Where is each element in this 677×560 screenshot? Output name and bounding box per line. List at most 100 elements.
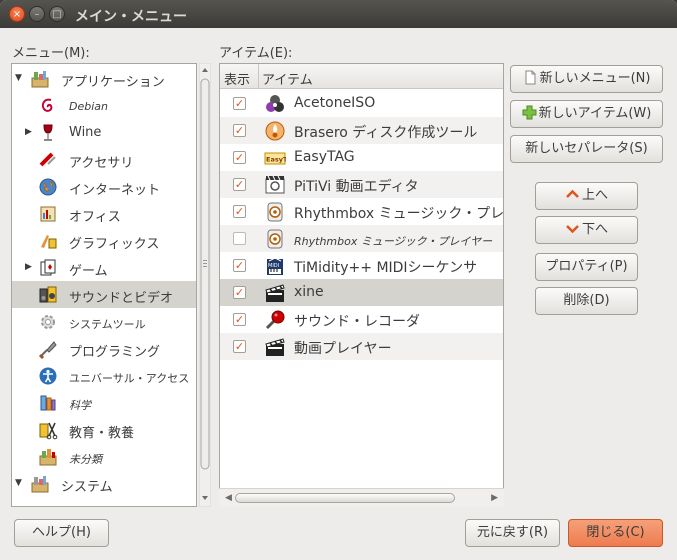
list-header: 表示 アイテム (220, 64, 503, 89)
item-row[interactable]: ✓ 動画プレイヤー (220, 333, 503, 360)
items-horizontal-scrollbar[interactable]: ◀ ▶ (219, 488, 504, 507)
menu-tree-item[interactable]: Debian (12, 92, 196, 119)
delete-button[interactable]: 削除(D) (535, 287, 638, 315)
show-checkbox[interactable] (233, 232, 246, 245)
item-row[interactable]: ✓ AcetoneISO (220, 90, 503, 117)
show-checkbox[interactable]: ✓ (233, 178, 246, 191)
show-checkbox[interactable]: ✓ (233, 313, 246, 326)
show-checkbox[interactable]: ✓ (233, 124, 246, 137)
menu-tree-item-label: ゲーム (69, 264, 108, 279)
column-header-item[interactable]: アイテム (262, 69, 313, 88)
multimedia-icon (39, 286, 57, 303)
applications-folder-icon (31, 71, 49, 88)
item-row[interactable]: ✓ MIDI TiMidity++ MIDIシーケンサ (220, 252, 503, 279)
expander-open-icon[interactable]: ▼ (15, 73, 22, 83)
wine-glass-icon (43, 124, 53, 141)
minimize-icon: – (34, 9, 40, 20)
item-label: TiMidity++ MIDIシーケンサ (294, 260, 478, 276)
menu-tree-item[interactable]: システムツール (12, 308, 196, 335)
help-button[interactable]: ヘルプ(H) (14, 519, 109, 547)
item-label: EasyTAG (294, 149, 355, 165)
menu-tree-item-label: 未分類 (69, 453, 102, 466)
chevron-down-icon (566, 225, 579, 234)
show-checkbox[interactable]: ✓ (233, 340, 246, 353)
menu-tree-item[interactable]: ユニバーサル・アクセス (12, 362, 196, 389)
properties-button[interactable]: プロパティ(P) (535, 253, 638, 281)
maximize-icon: □ (52, 9, 62, 20)
window-maximize-button[interactable]: □ (49, 6, 65, 22)
show-checkbox[interactable]: ✓ (233, 259, 246, 272)
item-row[interactable]: ✓ EasyTAG EasyTAG (220, 144, 503, 171)
new-menu-button[interactable]: 新しいメニュー(N) (510, 65, 663, 93)
main-menu-window: × – □ メイン・メニュー メニュー(M): アイテム(E): ▼ アプリケーシ… (0, 0, 677, 560)
item-row[interactable]: ✓ サウンド・レコーダ (220, 306, 503, 333)
column-header-show[interactable]: 表示 (224, 69, 250, 88)
show-checkbox[interactable]: ✓ (233, 97, 246, 110)
menu-tree-item-label: システム (61, 480, 113, 495)
menu-tree-item[interactable]: グラフィックス (12, 227, 196, 254)
trowel-icon (38, 341, 57, 359)
microphone-icon (265, 310, 285, 330)
graphics-icon (41, 235, 57, 249)
menu-tree-item[interactable]: ▶ ゲーム (12, 254, 196, 281)
new-separator-button[interactable]: 新しいセパレータ(S) (510, 135, 663, 163)
revert-button[interactable]: 元に戻す(R) (465, 519, 560, 547)
menu-tree-item[interactable]: アクセサリ (12, 146, 196, 173)
show-checkbox[interactable]: ✓ (233, 151, 246, 164)
show-checkbox[interactable]: ✓ (233, 286, 246, 299)
item-row[interactable]: ✓ Brasero ディスク作成ツール (220, 117, 503, 144)
menu-tree-item[interactable]: 科学 (12, 389, 196, 416)
menu-tree-item[interactable]: プログラミング (12, 335, 196, 362)
scrollbar-thumb[interactable] (235, 493, 455, 503)
globe-icon (39, 178, 57, 196)
menu-tree-item-label: オフィス (69, 210, 121, 225)
menu-tree-scrollbar[interactable] (199, 63, 211, 507)
item-row[interactable]: ✓ xine (220, 279, 503, 306)
window-close-button[interactable]: × (9, 6, 25, 22)
menu-tree-item-label: グラフィックス (69, 237, 160, 252)
pitivi-icon (265, 175, 285, 194)
item-row[interactable]: ✓ PiTiVi 動画エディタ (220, 171, 503, 198)
rhythmbox-icon (267, 202, 283, 222)
rhythmbox-icon (267, 229, 283, 249)
item-row[interactable]: ✓ Rhythmbox ミュージック・プレイヤ (220, 198, 503, 225)
scroll-right-icon[interactable]: ▶ (491, 493, 498, 503)
menu-tree-item-label: アクセサリ (69, 156, 134, 171)
expander-closed-icon[interactable]: ▶ (25, 127, 32, 137)
item-label: xine (294, 284, 324, 300)
expander-open-icon[interactable]: ▼ (15, 478, 22, 488)
move-up-button[interactable]: 上へ (535, 182, 638, 210)
menu-tree-item-label: サウンドとビデオ (69, 291, 174, 306)
show-checkbox[interactable]: ✓ (233, 205, 246, 218)
expander-closed-icon[interactable]: ▶ (25, 262, 32, 272)
accessibility-icon (39, 367, 57, 385)
debian-swirl-icon (41, 98, 53, 112)
window-minimize-button[interactable]: – (29, 6, 45, 22)
menu-tree-item[interactable]: ▼ アプリケーション (12, 65, 196, 92)
svg-text:MIDI: MIDI (268, 263, 279, 269)
new-document-icon (525, 70, 536, 85)
item-label: サウンド・レコーダ (294, 314, 420, 330)
chevron-up-icon (566, 189, 579, 198)
menu-tree-item-label: Wine (69, 125, 102, 140)
menu-tree-item[interactable]: ▼ システム (12, 470, 196, 497)
menu-tree-item-label: プログラミング (69, 345, 161, 360)
menu-tree-item[interactable]: オフィス (12, 200, 196, 227)
scroll-left-icon[interactable]: ◀ (225, 493, 232, 503)
move-down-button[interactable]: 下へ (535, 216, 638, 244)
menu-tree-item[interactable]: サウンドとビデオ (12, 281, 196, 308)
menu-tree[interactable]: ▼ アプリケーション Debian ▶ Wine アクセサリインターネットオフィスグラフィ… (11, 63, 197, 507)
menu-tree-item[interactable]: インターネット (12, 173, 196, 200)
menu-tree-item[interactable]: 教育・教養 (12, 416, 196, 443)
menu-tree-item[interactable]: ▶ Wine (12, 119, 196, 146)
title-bar[interactable]: × – □ メイン・メニュー (0, 0, 677, 28)
pane-resize-handle[interactable] (203, 258, 209, 268)
menu-tree-item[interactable]: 未分類 (12, 443, 196, 470)
menu-tree-item-label: 教育・教養 (69, 426, 135, 441)
easytag-icon: EasyTAG (264, 152, 286, 165)
item-row[interactable]: Rhythmbox ミュージック・プレイヤー (220, 225, 503, 252)
new-item-button[interactable]: 新しいアイテム(W) (510, 100, 663, 128)
close-button[interactable]: 閉じる(C) (568, 519, 663, 547)
items-list[interactable]: 表示 アイテム ✓ AcetoneISO ✓ Brasero ディスク作成ツール ✓ Ea… (219, 63, 504, 507)
education-icon (39, 422, 58, 440)
